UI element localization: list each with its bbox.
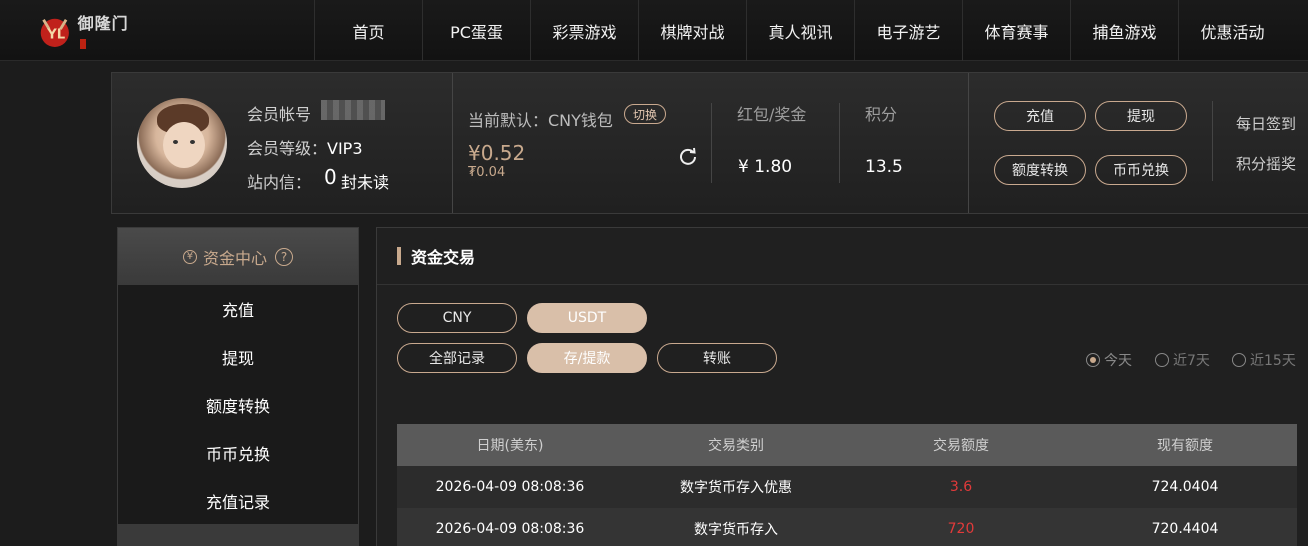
cell-balance: 720.4404	[1151, 521, 1219, 537]
sidebar-item-exchange[interactable]: 币币兑换	[118, 429, 358, 477]
tab-deposit-withdraw[interactable]: 存/提款	[527, 343, 647, 373]
cell-amount: 720	[947, 521, 975, 537]
account-label: 会员帐号	[247, 105, 312, 124]
wallet-balance-usdt: ₮0.04	[468, 165, 506, 180]
divider	[452, 73, 453, 213]
divider	[839, 103, 840, 183]
nav-item-lottery[interactable]: 彩票游戏	[530, 0, 638, 61]
range-7days-radio[interactable]: 近7天	[1155, 350, 1210, 370]
radio-dot	[1086, 353, 1100, 367]
sidebar-item-transfer[interactable]: 额度转换	[118, 381, 358, 429]
sidebar-header: ¥ 资金中心 ?	[118, 228, 358, 285]
wallet-balance: ¥0.52	[468, 141, 526, 165]
nav-item-slots[interactable]: 电子游艺	[854, 0, 962, 61]
tab-all-records[interactable]: 全部记录	[397, 343, 517, 373]
panel-header: 资金交易	[377, 228, 1308, 285]
nav-item-live-casino[interactable]: 真人视讯	[746, 0, 854, 61]
account-name-masked	[321, 100, 385, 120]
default-wallet-label: 当前默认：CNY钱包	[468, 111, 613, 130]
cell-amount: 3.6	[949, 479, 973, 495]
points-label: 积分	[865, 105, 898, 124]
cell-date: 2026-04-09 08:08:36	[435, 479, 585, 495]
radio-dot	[1155, 353, 1169, 367]
cell-balance: 724.0404	[1151, 479, 1219, 495]
radio-dot	[1232, 353, 1246, 367]
tab-currency-usdt[interactable]: USDT	[527, 303, 647, 333]
sidebar-title: 资金中心	[202, 248, 267, 268]
brand-logo[interactable]: YL 御隆门	[36, 10, 136, 52]
avatar[interactable]	[137, 98, 227, 188]
inbox-label: 站内信：	[247, 173, 312, 192]
redpacket-value: ¥ 1.80	[738, 157, 793, 177]
range-today-label: 今天	[1104, 353, 1132, 369]
cell-type: 数字货币存入优惠	[680, 480, 792, 496]
top-navigation: YL 御隆门 首页 PC蛋蛋 彩票游戏 棋牌对战 真人视讯 电子游艺 体育赛事 …	[0, 0, 1308, 61]
table-row: 2026-04-09 08:08:36 数字货币存入优惠 3.6 724.040…	[397, 466, 1297, 508]
nav-item-home[interactable]: 首页	[314, 0, 422, 61]
inbox-count[interactable]: 0	[324, 165, 337, 189]
sidebar-item-deposit[interactable]: 充值	[118, 285, 358, 333]
col-date: 日期(美东)	[476, 438, 544, 454]
range-today-radio[interactable]: 今天	[1086, 350, 1132, 370]
range-15days-radio[interactable]: 近15天	[1232, 350, 1296, 370]
cell-date: 2026-04-09 08:08:36	[435, 521, 585, 537]
fund-center-sidebar: ¥ 资金中心 ? 充值 提现 额度转换 币币兑换 充值记录	[117, 227, 359, 546]
nav-item-chess-cards[interactable]: 棋牌对战	[638, 0, 746, 61]
deposit-button[interactable]: 充值	[994, 101, 1086, 131]
refresh-icon[interactable]	[678, 146, 698, 166]
nav-item-sports[interactable]: 体育赛事	[962, 0, 1070, 61]
sidebar-item-withdraw[interactable]: 提现	[118, 333, 358, 381]
yen-icon: ¥	[182, 249, 197, 264]
member-level: 会员等级：VIP3	[247, 139, 363, 158]
nav-item-fishing[interactable]: 捕鱼游戏	[1070, 0, 1178, 61]
table-row: 2026-04-09 08:08:36 数字货币存入 720 720.4404	[397, 508, 1297, 546]
help-icon[interactable]: ?	[275, 247, 293, 266]
tab-transfer[interactable]: 转账	[657, 343, 777, 373]
col-amount: 交易额度	[933, 438, 989, 454]
tab-currency-cny[interactable]: CNY	[397, 303, 517, 333]
inbox-suffix: 封未读	[341, 173, 390, 192]
member-info-panel: 会员帐号 会员等级：VIP3 站内信： 0 封未读 当前默认：CNY钱包 切换 …	[111, 72, 1308, 214]
points-value: 13.5	[865, 157, 903, 177]
brand-name: 御隆门	[78, 10, 136, 53]
nav-item-pc-egg[interactable]: PC蛋蛋	[422, 0, 530, 61]
divider	[968, 73, 969, 213]
logo-emblem-icon: YL	[40, 18, 69, 47]
transactions-table: 日期(美东) 交易类别 交易额度 现有额度 2026-04-09 08:08:3…	[397, 424, 1297, 546]
nav-item-promotions[interactable]: 优惠活动	[1178, 0, 1286, 61]
range-7days-label: 近7天	[1173, 353, 1210, 369]
divider	[1212, 101, 1213, 181]
svg-text:YL: YL	[46, 28, 66, 43]
col-balance: 现有额度	[1157, 438, 1213, 454]
range-15days-label: 近15天	[1250, 353, 1296, 369]
withdraw-button[interactable]: 提现	[1095, 101, 1187, 131]
exchange-button[interactable]: 币币兑换	[1095, 155, 1187, 185]
points-lottery-link[interactable]: 积分摇奖	[1236, 153, 1296, 174]
cell-type: 数字货币存入	[694, 522, 778, 538]
divider	[711, 103, 712, 183]
sidebar-next-section[interactable]	[118, 524, 358, 546]
panel-title: 资金交易	[411, 248, 476, 267]
main-nav: 首页 PC蛋蛋 彩票游戏 棋牌对战 真人视讯 电子游艺 体育赛事 捕鱼游戏 优惠…	[314, 0, 1286, 61]
fund-transactions-panel: 资金交易 CNY USDT 全部记录 存/提款 转账 今天 近7天 近15天 日…	[376, 227, 1308, 546]
transfer-button[interactable]: 额度转换	[994, 155, 1086, 185]
col-type: 交易类别	[708, 438, 764, 454]
sidebar-item-deposit-records[interactable]: 充值记录	[118, 477, 358, 525]
switch-wallet-button[interactable]: 切换	[624, 104, 666, 124]
table-header: 日期(美东) 交易类别 交易额度 现有额度	[397, 424, 1297, 466]
daily-signin-link[interactable]: 每日签到	[1236, 113, 1296, 134]
title-accent-bar	[397, 247, 401, 265]
redpacket-label: 红包/奖金	[737, 105, 807, 124]
